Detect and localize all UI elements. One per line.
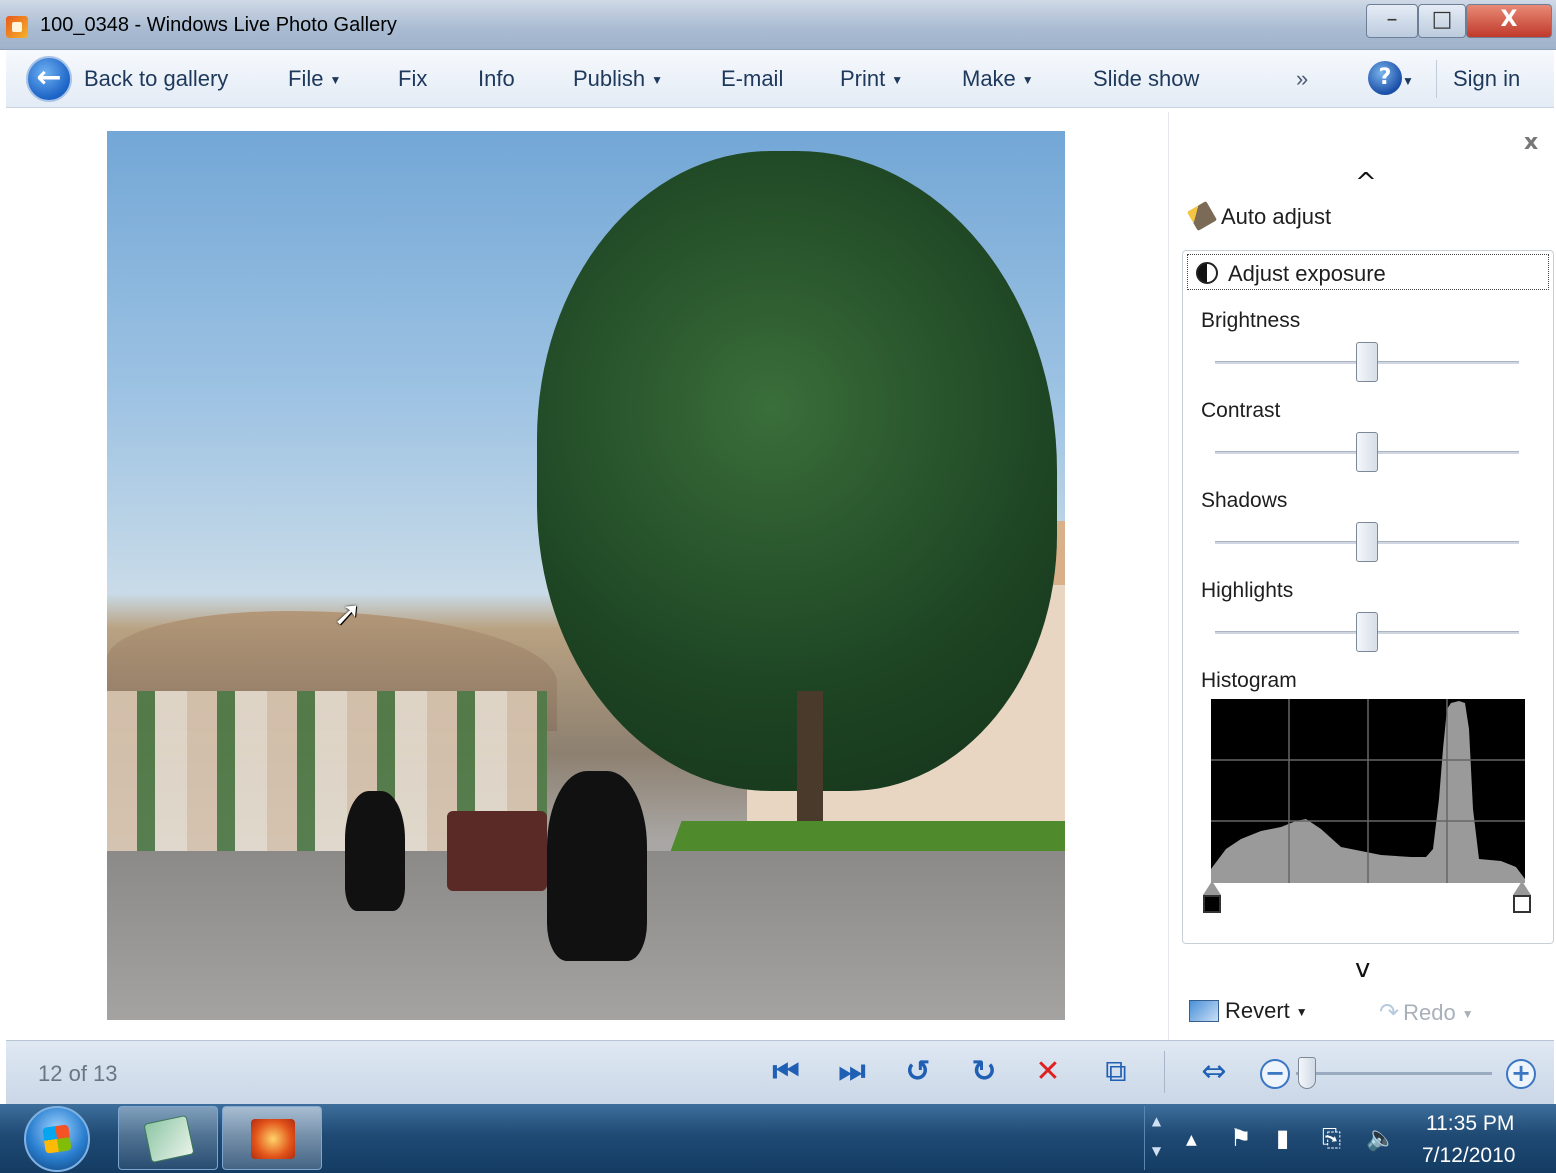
action-center-flag-icon[interactable]: ⚑ [1230,1124,1252,1152]
window-title: 100_0348 - Windows Live Photo Gallery [40,14,397,36]
mouse-cursor-icon: ➚ [333,594,362,634]
menu-file[interactable]: File ▼ [288,66,341,92]
help-dropdown-icon[interactable]: ▼ [1402,74,1414,88]
network-icon[interactable]: ⎘ [1322,1124,1341,1152]
zoom-slider-thumb[interactable] [1298,1057,1316,1089]
photo-truck [447,811,547,891]
toolbar-divider [1436,60,1437,98]
redo-icon: ↷ [1379,999,1400,1026]
clock-date[interactable]: 7/12/2010 [1422,1144,1515,1168]
show-hidden-icons-icon[interactable]: ▲ [1186,1132,1197,1148]
scroll-up-chevron-icon[interactable]: ^ [1355,168,1377,198]
zoom-slider-track[interactable] [1296,1072,1492,1075]
exposure-icon [1196,262,1218,284]
brightness-slider-thumb[interactable] [1356,342,1378,382]
chevron-down-icon: ▼ [891,73,904,88]
back-to-gallery-link[interactable]: Back to gallery [84,66,228,92]
rotate-right-icon[interactable]: ↻ [964,1055,1004,1089]
menu-file-label: File [288,66,324,91]
taskbar-app-button[interactable] [118,1106,218,1170]
black-point-box [1203,895,1221,913]
revert-icon [1189,1000,1219,1022]
bottom-divider [1164,1051,1165,1093]
menu-info[interactable]: Info [478,66,515,92]
scroll-down-chevron-icon[interactable]: v [1355,954,1370,984]
previous-icon[interactable]: ⏮ [766,1055,806,1089]
shadows-label: Shadows [1201,489,1288,512]
start-button[interactable] [24,1106,90,1172]
adjust-exposure-header[interactable]: Adjust exposure [1187,254,1549,290]
redo-label: Redo [1403,1000,1456,1025]
title-bar: 100_0348 - Windows Live Photo Gallery – … [0,0,1556,50]
histogram [1211,699,1525,883]
adjust-exposure-label: Adjust exposure [1228,261,1386,286]
command-bar: ← Back to gallery File ▼ Fix Info Publish… [6,50,1554,108]
windows-taskbar: ▲ ▼ ▲ ⚑ ▮ ⎘ 🔈 11:35 PM 7/12/2010 [0,1104,1556,1173]
shadows-slider-thumb[interactable] [1356,522,1378,562]
adjust-exposure-section: Adjust exposure Brightness Contrast Shad… [1182,250,1554,944]
chevron-down-icon: ▼ [1021,73,1034,88]
photo-viewer-app-icon [143,1114,195,1164]
chevron-down-icon: ▼ [1295,1005,1308,1020]
fix-panel: x ^ Auto adjust Adjust exposure Brightne… [1168,112,1556,1040]
power-icon[interactable]: ▮ [1276,1124,1289,1152]
sign-in-link[interactable]: Sign in [1453,66,1520,92]
menu-publish[interactable]: Publish ▼ [573,66,663,92]
histogram-white-point-handle[interactable] [1513,881,1531,917]
maximize-button[interactable]: □ [1418,4,1466,38]
next-icon[interactable]: ⏭ [832,1055,872,1089]
histogram-label: Histogram [1201,669,1297,692]
slideshow-icon[interactable]: ⧉ [1096,1055,1136,1089]
highlights-slider-thumb[interactable] [1356,612,1378,652]
white-point-box [1513,895,1531,913]
menu-slide-show[interactable]: Slide show [1093,66,1199,92]
help-icon[interactable]: ? [1368,61,1402,95]
photo-gallery-taskbar-icon [251,1119,295,1159]
back-arrow-icon[interactable]: ← [26,56,72,102]
chevron-down-icon: ▼ [1461,1007,1474,1022]
taskbar-photo-gallery-button[interactable] [222,1106,322,1170]
photo-gallery-app-icon [6,16,28,38]
histogram-black-point-handle[interactable] [1203,881,1221,917]
black-point-triangle [1203,881,1221,895]
photo-motorcyclist [547,771,647,961]
magic-wand-icon [1186,200,1218,232]
menu-make-label: Make [962,66,1016,91]
photo-viewer[interactable]: ➚ [107,131,1065,1020]
revert-label: Revert [1225,998,1290,1023]
menu-publish-label: Publish [573,66,646,91]
chevron-down-icon: ▼ [651,73,664,88]
highlights-label: Highlights [1201,579,1294,602]
photo-counter: 12 of 13 [38,1061,118,1086]
delete-icon[interactable]: ✕ [1028,1055,1068,1089]
zoom-out-icon[interactable]: − [1260,1059,1290,1089]
volume-icon[interactable]: 🔈 [1366,1124,1396,1152]
zoom-in-icon[interactable]: + [1506,1059,1536,1089]
auto-adjust-button[interactable]: Auto adjust [1186,200,1332,232]
histogram-graph [1211,699,1525,883]
photo-motorcyclist [345,791,405,911]
contrast-label: Contrast [1201,399,1281,422]
menu-print[interactable]: Print ▼ [840,66,903,92]
bottom-control-bar: 12 of 13 ⏮ ⏭ ↺ ↻ ✕ ⧉ ⇔ − + [6,1040,1554,1104]
chevron-down-icon: ▼ [329,73,342,88]
white-point-triangle [1513,881,1531,895]
clock-time[interactable]: 11:35 PM [1426,1112,1514,1136]
brightness-label: Brightness [1201,309,1301,332]
menu-print-label: Print [840,66,886,91]
contrast-slider-thumb[interactable] [1356,432,1378,472]
menu-fix[interactable]: Fix [398,66,427,92]
auto-adjust-label: Auto adjust [1221,204,1332,229]
redo-button[interactable]: ↷ Redo ▼ [1379,998,1474,1027]
revert-button[interactable]: Revert ▼ [1189,998,1308,1024]
menu-make[interactable]: Make ▼ [962,66,1034,92]
overflow-chevron-icon[interactable]: » [1296,66,1308,92]
menu-email[interactable]: E-mail [721,66,783,92]
close-button[interactable]: X [1466,4,1552,38]
rotate-left-icon[interactable]: ↺ [898,1055,938,1089]
minimize-button[interactable]: – [1366,4,1418,38]
fit-to-window-icon[interactable]: ⇔ [1194,1055,1234,1089]
taskbar-scroll-arrows[interactable]: ▲ ▼ [1144,1106,1168,1170]
panel-close-icon[interactable]: x [1524,130,1538,155]
